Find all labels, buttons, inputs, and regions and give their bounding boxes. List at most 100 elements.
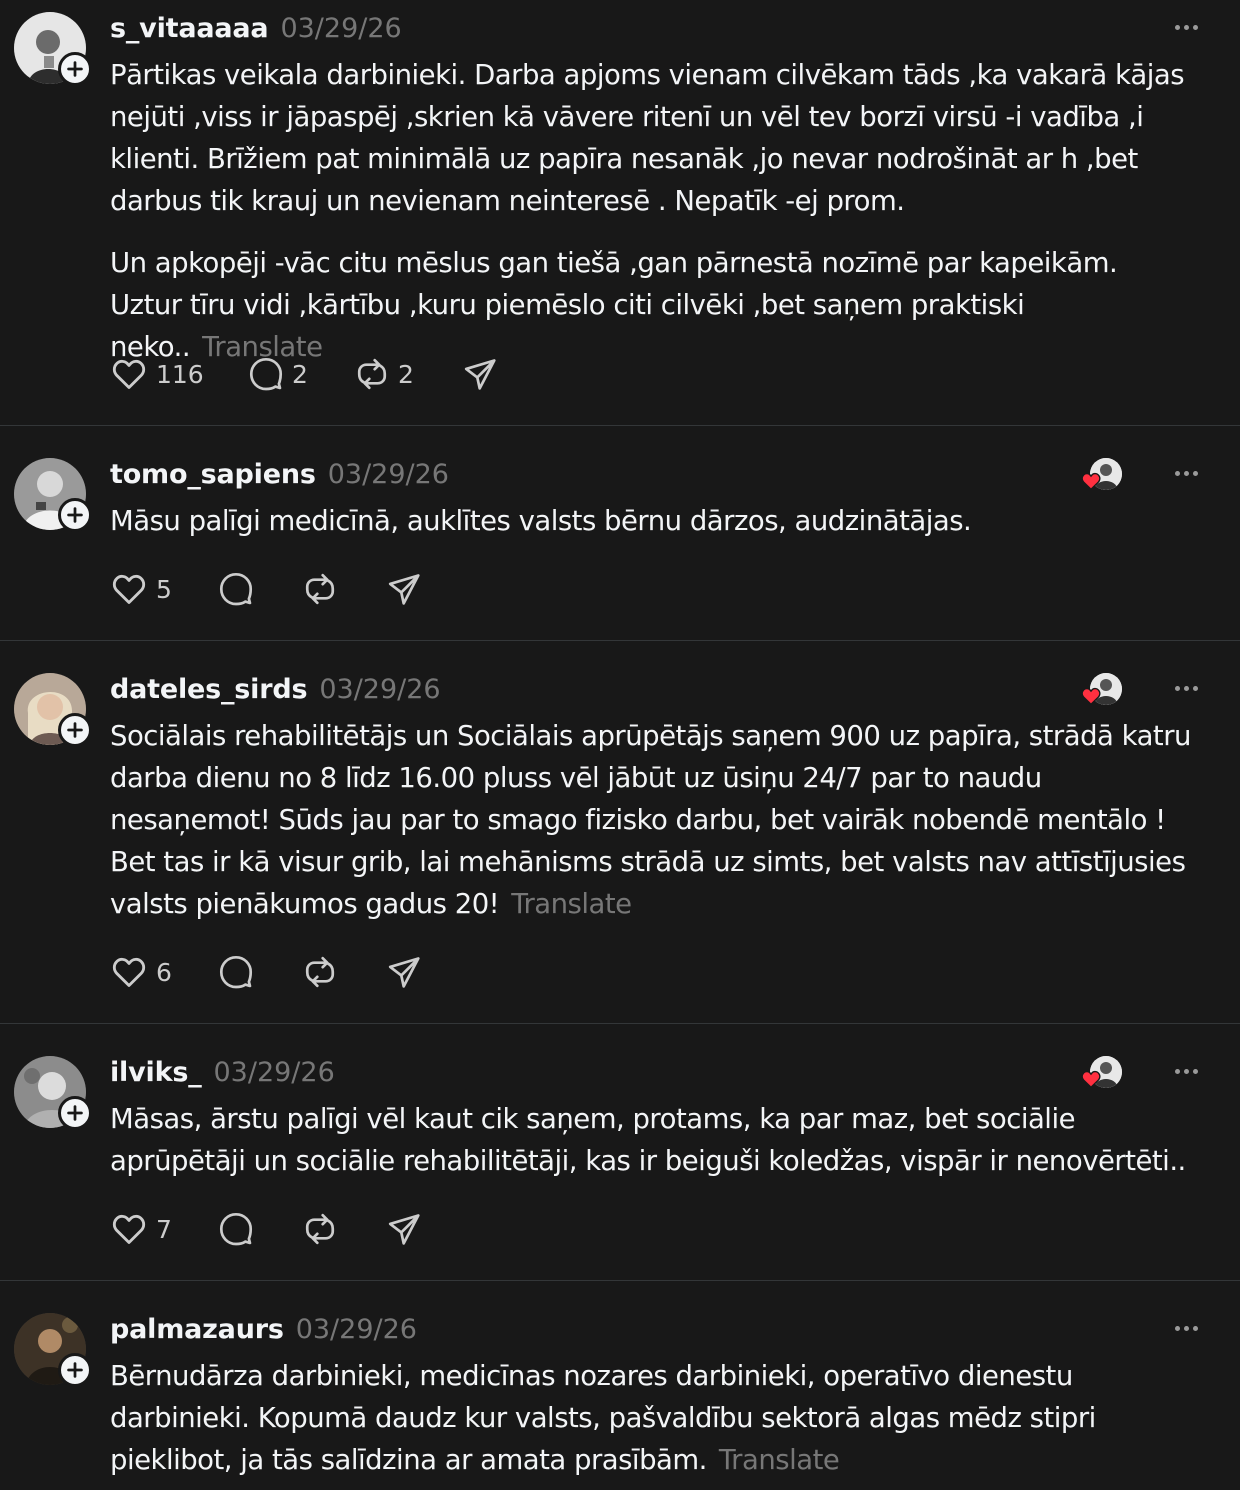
more-icon <box>1174 1068 1180 1074</box>
share-button[interactable] <box>386 954 422 990</box>
post-date[interactable]: 03/29/26 <box>280 13 401 44</box>
like-count: 6 <box>156 957 172 987</box>
liked-by-author <box>1082 458 1122 492</box>
action-bar: 5 <box>110 569 422 609</box>
post-paragraph: Pārtikas veikala darbinieki. Darba apjom… <box>110 59 1185 217</box>
post-date[interactable]: 03/29/26 <box>296 1314 417 1345</box>
comment-icon <box>218 571 254 607</box>
follow-button[interactable] <box>58 52 92 86</box>
share-icon <box>386 954 422 990</box>
username[interactable]: tomo_sapiens <box>110 459 316 490</box>
comment-button[interactable] <box>218 954 302 990</box>
more-icon <box>1174 685 1180 691</box>
red-heart-icon <box>1080 1068 1102 1090</box>
more-button[interactable] <box>1166 1058 1206 1084</box>
follow-button[interactable] <box>58 713 92 747</box>
username[interactable]: palmazaurs <box>110 1314 284 1345</box>
post-header: ilviks_ 03/29/26 <box>110 1054 1198 1090</box>
username[interactable]: dateles_sirds <box>110 674 308 705</box>
username[interactable]: ilviks_ <box>110 1057 202 1088</box>
avatar[interactable] <box>14 458 92 532</box>
more-button[interactable] <box>1166 675 1206 701</box>
more-button[interactable] <box>1166 14 1206 40</box>
comment-button[interactable]: 2 <box>248 356 354 392</box>
heart-icon <box>110 355 148 393</box>
follow-button[interactable] <box>58 1353 92 1387</box>
avatar[interactable] <box>14 1313 92 1387</box>
comment-icon <box>218 954 254 990</box>
like-count: 116 <box>156 359 204 389</box>
like-button[interactable]: 116 <box>110 355 248 393</box>
plus-icon <box>64 1102 86 1124</box>
feed: s_vitaaaaa 03/29/26 Pārtikas veikala dar… <box>0 0 1240 1490</box>
translate-link[interactable]: Translate <box>511 888 632 920</box>
like-button[interactable]: 6 <box>110 953 218 991</box>
more-icon <box>1174 470 1180 476</box>
post-header: palmazaurs 03/29/26 <box>110 1311 1198 1347</box>
share-icon <box>462 356 498 392</box>
username[interactable]: s_vitaaaaa <box>110 13 269 44</box>
post-body: Māsas, ārstu palīgi vēl kaut cik saņem, … <box>110 1098 1196 1182</box>
post: s_vitaaaaa 03/29/26 Pārtikas veikala dar… <box>0 0 1240 426</box>
translate-link[interactable]: Translate <box>719 1444 840 1476</box>
repost-button[interactable] <box>302 571 386 607</box>
repost-count: 2 <box>398 359 414 389</box>
post-paragraph: Māsu palīgi medicīnā, auklītes valsts bē… <box>110 505 972 537</box>
repost-icon <box>302 1211 338 1247</box>
more-icon <box>1174 24 1180 30</box>
post-date[interactable]: 03/29/26 <box>214 1057 335 1088</box>
comment-button[interactable] <box>218 571 302 607</box>
follow-button[interactable] <box>58 498 92 532</box>
comment-icon <box>248 356 284 392</box>
post-date[interactable]: 03/29/26 <box>319 674 440 705</box>
plus-icon <box>64 719 86 741</box>
post-paragraph: Bērnudārza darbinieki, medicīnas nozares… <box>110 1355 1196 1481</box>
repost-icon <box>302 571 338 607</box>
share-button[interactable] <box>386 1211 422 1247</box>
post-body: Sociālais rehabilitētājs un Sociālais ap… <box>110 715 1196 925</box>
post-paragraph: Sociālais rehabilitētājs un Sociālais ap… <box>110 715 1196 925</box>
reply-count: 2 <box>292 359 308 389</box>
share-icon <box>386 1211 422 1247</box>
like-button[interactable]: 7 <box>110 1210 218 1248</box>
avatar[interactable] <box>14 12 92 86</box>
like-count: 7 <box>156 1214 172 1244</box>
like-count: 5 <box>156 574 172 604</box>
heart-icon <box>110 570 148 608</box>
post-header: s_vitaaaaa 03/29/26 <box>110 10 1198 46</box>
repost-button[interactable] <box>302 954 386 990</box>
share-button[interactable] <box>386 571 422 607</box>
share-button[interactable] <box>462 356 498 392</box>
liked-by-author <box>1082 1056 1122 1090</box>
post-date[interactable]: 03/29/26 <box>328 459 449 490</box>
repost-button[interactable] <box>302 1211 386 1247</box>
more-icon <box>1174 1325 1180 1331</box>
comment-button[interactable] <box>218 1211 302 1247</box>
more-button[interactable] <box>1166 460 1206 486</box>
repost-icon <box>354 356 390 392</box>
post-body: Māsu palīgi medicīnā, auklītes valsts bē… <box>110 500 1196 542</box>
post-paragraph: Māsas, ārstu palīgi vēl kaut cik saņem, … <box>110 1103 1186 1177</box>
plus-icon <box>64 58 86 80</box>
post-header: tomo_sapiens 03/29/26 <box>110 456 1198 492</box>
heart-icon <box>110 1210 148 1248</box>
post-body: Bērnudārza darbinieki, medicīnas nozares… <box>110 1355 1196 1481</box>
post-body: Pārtikas veikala darbinieki. Darba apjom… <box>110 54 1196 368</box>
like-button[interactable]: 5 <box>110 570 218 608</box>
follow-button[interactable] <box>58 1096 92 1130</box>
action-bar: 7 <box>110 1209 422 1249</box>
more-button[interactable] <box>1166 1315 1206 1341</box>
red-heart-icon <box>1080 470 1102 492</box>
repost-button[interactable]: 2 <box>354 356 462 392</box>
plus-icon <box>64 1359 86 1381</box>
post-paragraph-text: Bērnudārza darbinieki, medicīnas nozares… <box>110 1360 1096 1476</box>
share-icon <box>386 571 422 607</box>
avatar[interactable] <box>14 1056 92 1130</box>
comment-icon <box>218 1211 254 1247</box>
post-paragraph: Un apkopēji -vāc citu mēslus gan tiešā ,… <box>110 242 1196 368</box>
post: tomo_sapiens 03/29/26 Māsu palīgi medicī… <box>0 426 1240 641</box>
action-bar: 116 2 2 <box>110 354 498 394</box>
avatar[interactable] <box>14 673 92 747</box>
repost-icon <box>302 954 338 990</box>
post: palmazaurs 03/29/26 Bērnudārza darbiniek… <box>0 1281 1240 1490</box>
